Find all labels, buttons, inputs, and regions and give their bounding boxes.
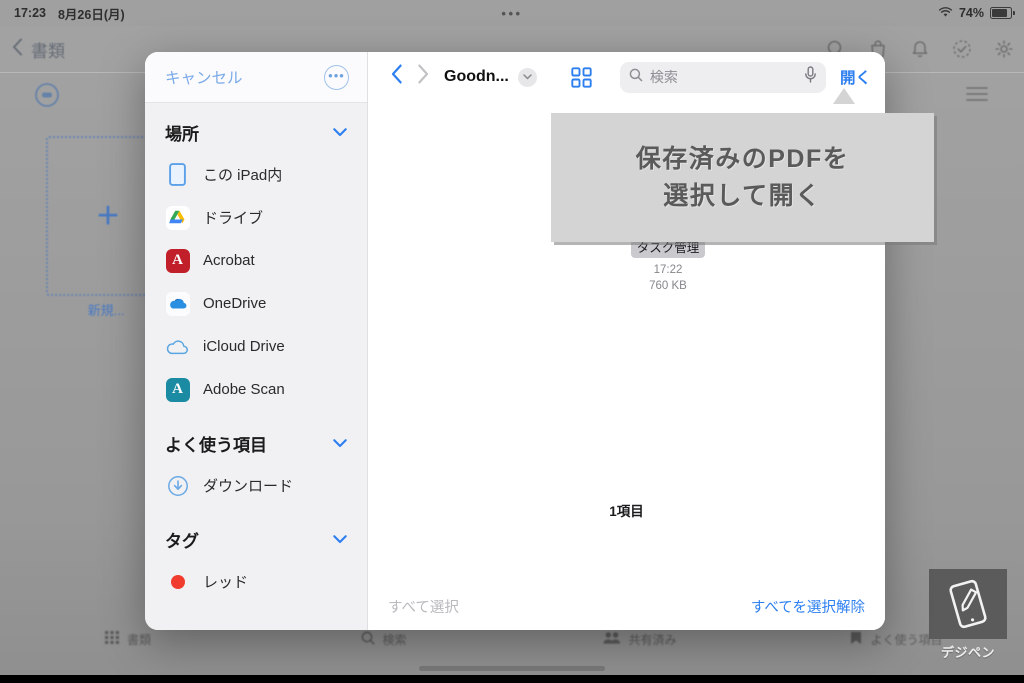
grid-view-icon[interactable] — [571, 66, 592, 88]
chevron-down-icon[interactable] — [333, 532, 347, 547]
tab-label: 検索 — [382, 632, 407, 647]
callout-pointer — [833, 88, 855, 104]
callout-line-1: 保存済みのPDFを — [635, 145, 850, 174]
battery-icon — [990, 7, 1015, 19]
file-size-label: 760 KB — [649, 280, 687, 292]
section-title: 場所 — [165, 125, 199, 144]
screen: 17:23 8月26日(月) ••• 74% 書類 + 新規... 書類 検索 … — [0, 0, 1024, 683]
list-icon[interactable] — [966, 86, 988, 107]
open-button[interactable]: 開く — [840, 66, 871, 88]
sidebar-item-acrobat[interactable]: A Acrobat — [145, 239, 367, 282]
instruction-callout: 保存済みのPDFを 選択して開く — [551, 113, 934, 242]
item-count-label: 1項目 — [609, 504, 644, 519]
search-icon — [629, 68, 643, 87]
sidebar-section-favorites[interactable]: よく使う項目 — [145, 411, 367, 464]
download-circle-icon — [165, 473, 190, 498]
google-drive-icon — [165, 205, 190, 230]
ellipsis-circle-icon[interactable]: ••• — [324, 64, 349, 90]
tab-search[interactable]: 検索 — [256, 631, 512, 648]
sidebar-section-places[interactable]: 場所 — [145, 107, 367, 153]
sidebar-item-drive[interactable]: ドライブ — [145, 196, 367, 239]
sidebar-body: 場所 この iPad内 ドライブ A Acrobat OneDrive iClo… — [145, 103, 367, 630]
watermark: デジペン — [922, 569, 1014, 665]
plus-icon: + — [96, 195, 120, 237]
home-indicator — [419, 666, 605, 671]
sidebar-item-label: Adobe Scan — [203, 381, 285, 398]
breadcrumb-folder-name: Goodn... — [444, 68, 509, 85]
status-time: 17:23 — [14, 6, 46, 20]
people-icon — [603, 631, 621, 647]
background-back-label: 書類 — [31, 41, 65, 61]
breadcrumb[interactable]: Goodn... — [444, 67, 537, 87]
sidebar-item-this-ipad[interactable]: この iPad内 — [145, 153, 367, 196]
file-time-label: 17:22 — [653, 264, 683, 276]
sidebar-item-label: Acrobat — [203, 252, 255, 269]
sidebar-item-label: レッド — [203, 574, 249, 591]
forward-button[interactable] — [410, 64, 436, 90]
sidebar-item-adobe-scan[interactable]: A Adobe Scan — [145, 368, 367, 411]
status-date: 8月26日(月) — [57, 7, 125, 22]
watermark-label: デジペン — [940, 645, 995, 660]
tab-shared[interactable]: 共有済み — [512, 631, 768, 648]
sidebar-section-tags[interactable]: タグ — [145, 507, 367, 560]
search-icon — [361, 631, 376, 648]
bookmark-icon — [849, 631, 863, 648]
picker-footer: すべて選択 すべてを選択解除 — [368, 582, 885, 630]
status-center-dots: ••• — [501, 5, 523, 21]
chevron-down-icon[interactable] — [517, 67, 537, 87]
sidebar-item-label: ドライブ — [203, 210, 264, 227]
gear-icon[interactable] — [994, 39, 1014, 59]
icloud-icon — [165, 334, 190, 359]
chevron-down-icon[interactable] — [333, 125, 347, 140]
status-bar: 17:23 8月26日(月) ••• 74% — [0, 0, 1024, 26]
chevron-left-icon — [12, 38, 23, 61]
section-title: タグ — [165, 532, 199, 551]
deselect-all-button[interactable]: すべてを選択解除 — [751, 596, 865, 617]
check-circle-icon[interactable] — [952, 39, 972, 59]
chevron-down-icon[interactable] — [333, 436, 347, 451]
sidebar-item-onedrive[interactable]: OneDrive — [145, 282, 367, 325]
ipad-icon — [165, 162, 190, 187]
search-field[interactable]: 検索 — [619, 61, 826, 93]
back-button[interactable] — [384, 64, 410, 90]
sidebar-item-icloud-drive[interactable]: iCloud Drive — [145, 325, 367, 368]
document-badge-icon[interactable] — [34, 82, 60, 113]
sidebar-item-label: ダウンロード — [203, 478, 294, 495]
tab-label: 書類 — [126, 632, 151, 647]
tablet-pen-icon — [929, 569, 1007, 639]
search-input[interactable]: 検索 — [650, 67, 797, 87]
select-all-button[interactable]: すべて選択 — [388, 596, 459, 617]
battery-percent: 74% — [958, 6, 984, 20]
picker-toolbar: Goodn... 検索 開く — [368, 52, 885, 102]
microphone-icon[interactable] — [804, 66, 817, 88]
sidebar-item-label: OneDrive — [203, 295, 267, 312]
wifi-icon — [938, 6, 953, 21]
sidebar-item-label: この iPad内 — [203, 167, 283, 184]
tab-documents[interactable]: 書類 — [0, 631, 256, 648]
cancel-button[interactable]: キャンセル — [165, 66, 243, 88]
sidebar-item-label: iCloud Drive — [203, 338, 285, 355]
tab-label: 共有済み — [628, 632, 677, 647]
red-dot-icon — [165, 569, 190, 594]
section-title: よく使う項目 — [165, 436, 267, 455]
callout-line-2: 選択して開く — [663, 181, 822, 210]
onedrive-icon — [165, 291, 190, 316]
sidebar-item-downloads[interactable]: ダウンロード — [145, 464, 367, 507]
bell-icon[interactable] — [910, 39, 930, 59]
adobe-scan-icon: A — [165, 377, 190, 402]
picker-sidebar: キャンセル ••• 場所 この iPad内 ドライブ A Acrobat One… — [145, 52, 368, 630]
background-back-button[interactable]: 書類 — [12, 37, 65, 62]
sidebar-header: キャンセル ••• — [145, 52, 367, 103]
screen-bottom-bezel — [0, 675, 1024, 683]
grid-icon — [104, 631, 120, 647]
sidebar-item-tag-red[interactable]: レッド — [145, 560, 367, 603]
acrobat-icon: A — [165, 248, 190, 273]
